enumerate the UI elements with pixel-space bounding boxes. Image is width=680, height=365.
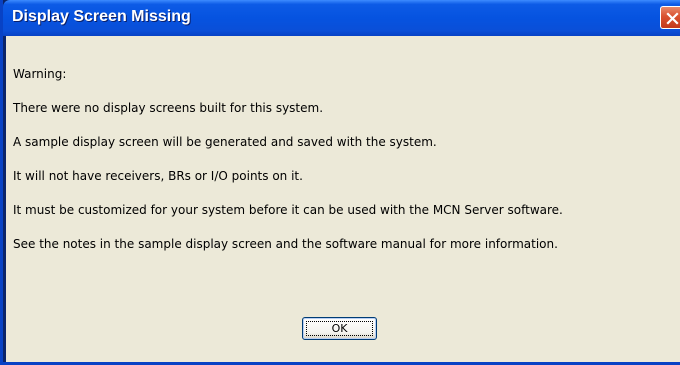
dialog-body: Warning: There were no display screens b…	[6, 36, 680, 362]
message-line: A sample display screen will be generate…	[13, 135, 437, 149]
ok-button[interactable]: OK	[302, 317, 377, 340]
dialog-title: Display Screen Missing	[12, 8, 191, 25]
close-icon	[666, 12, 679, 25]
close-button[interactable]	[660, 6, 680, 29]
warning-label: Warning:	[13, 67, 67, 81]
message-line: It must be customized for your system be…	[13, 203, 563, 217]
message-line: There were no display screens built for …	[13, 101, 324, 115]
ok-button-label: OK	[331, 322, 348, 335]
dialog-window: Display Screen Missing Warning: There we…	[0, 0, 680, 365]
message-line: It will not have receivers, BRs or I/O p…	[13, 169, 303, 183]
message-line: See the notes in the sample display scre…	[13, 237, 558, 251]
title-bar[interactable]: Display Screen Missing	[3, 0, 680, 36]
